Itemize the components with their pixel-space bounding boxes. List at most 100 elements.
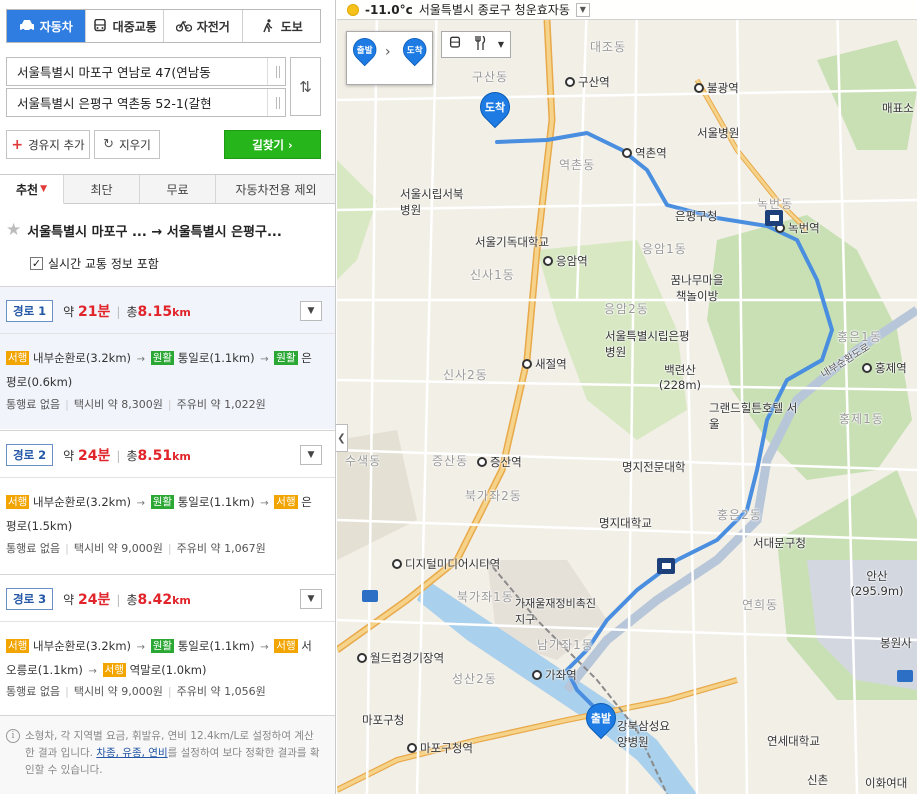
add-waypoint-button[interactable]: + 경유지 추가 [6,130,90,159]
map-layer-tools: ▼ [441,31,511,58]
map-label: 남가좌1동 [537,638,594,652]
traffic-tag: 서행 [6,639,30,653]
start-address-value: 서울특별시 마포구 연남로 47(연남동 [17,65,211,80]
place-label: 서울기독대학교 [475,235,550,249]
start-address-field[interactable]: 서울특별시 마포구 연남로 47(연남동 [6,57,286,86]
realtime-checkbox[interactable]: ✓ [30,257,43,270]
map-label: 가재울재정비촉진지구 [515,597,596,626]
traffic-tag: 원활 [150,351,175,365]
end-address-field[interactable]: 서울특별시 은평구 역촌동 52-1(갈현 [6,88,286,117]
fuel-cost: 주유비 약 1,067원 [176,542,266,555]
place-label: 신촌 [807,773,829,787]
chevron-down-icon: ▼ [307,306,315,316]
origin-legend-pin[interactable]: 출발 [348,33,382,71]
road-name: 내부순환로(3.2km) [32,639,132,653]
traffic-tag: 원활 [150,495,175,509]
route-option-3[interactable]: 경로 3 약 24분 | 총8.42km ▼ 서행 내부순환로(3.2km) → 원… [0,574,335,715]
tab-recommended[interactable]: 추천 ▼ [0,175,64,204]
expand-route-button[interactable]: ▼ [300,589,322,609]
collapse-panel-button[interactable]: ❮ [336,424,348,452]
swap-button[interactable]: ⇅ [290,57,321,116]
station-label: 불광역 [694,80,739,96]
route-segments: 서행 내부순환로(3.2km) → 원활 통일로(1.1km) → 서행 서오릉… [6,635,322,683]
route-1-summary: 경로 1 약 21분 | 총8.15km ▼ [6,299,322,323]
drag-handle-icon[interactable] [267,58,285,85]
clear-button[interactable]: ↻ 지우기 [94,130,160,159]
traffic-tag: 서행 [274,495,298,509]
tab-free[interactable]: 무료 [140,175,216,203]
route-time-value: 24분 [78,448,111,464]
end-address-value: 서울특별시 은평구 역촌동 52-1(갈현 [17,96,212,111]
map-label: 응암2동 [604,302,649,316]
map-canvas[interactable] [337,0,917,794]
mode-transit-label: 대중교통 [112,19,157,34]
star-icon[interactable]: ★ [6,220,21,240]
place-label: 마포구청 [362,713,405,727]
directions-panel: 자동차 대중교통 자전거 도보 서울특별시 마포구 연남로 47(연남동 서울특… [0,0,336,794]
temperature: -11.0°c [365,2,413,17]
route-distance-value: 8.51 [137,448,173,464]
mode-transit-tab[interactable]: 대중교통 [85,10,164,42]
mode-walk-tab[interactable]: 도보 [242,10,320,42]
station-label: 응암역 [543,253,588,269]
realtime-traffic-option[interactable]: ✓ 실시간 교통 정보 포함 [30,255,159,272]
tab-free-label: 무료 [166,182,189,197]
route-option-1[interactable]: 경로 1 약 21분 | 총8.15km ▼ 서행 내부순환로(3.2km) → 원… [0,286,335,429]
place-label: 봉원사 [880,636,912,650]
restaurant-icon[interactable] [474,35,486,54]
cctv-icon[interactable] [765,210,783,226]
tab-shortest-label: 최단 [90,182,113,197]
station-label: 홍제역 [862,360,907,376]
calculation-note: i 소형차, 각 지역별 요금, 휘발유, 연비 12.4km/L로 설정하여 … [0,715,335,794]
station-label: 새절역 [522,356,567,372]
vehicle-settings-link[interactable]: 차종, 유종, 연비 [96,747,167,759]
expand-route-button[interactable]: ▼ [300,301,322,321]
bus-icon[interactable] [448,36,462,54]
chevron-right-icon: › [385,44,391,60]
mode-car-tab[interactable]: 자동차 [7,10,86,42]
origin-pin[interactable]: 출발 [579,696,623,745]
realtime-label: 실시간 교통 정보 포함 [48,257,159,271]
place-label: 서대문구청 [753,536,806,550]
traffic-tag: 서행 [6,495,30,509]
taxi-fare: 택시비 약 8,300원 [73,398,163,411]
tab-no-expressway[interactable]: 자동차전용 제외 [216,175,335,203]
expand-route-button[interactable]: ▼ [300,445,322,465]
destination-pin[interactable]: 도착 [473,85,517,134]
road-name: 통일로(1.1km) [177,351,255,365]
refresh-icon: ↻ [103,137,115,152]
place-label: 명지전문대학 [622,460,686,474]
search-route-button[interactable]: 길찾기 › [224,130,321,159]
chevron-down-icon[interactable]: ▼ [498,40,504,49]
route-segments: 서행 내부순환로(3.2km) → 원활 통일로(1.1km) → 원활 은평로… [6,347,322,393]
map-view[interactable]: 대조동 구산동 역촌동 녹번동 응암1동 응암2동 신사1동 신사2동 홍은1동… [337,0,917,794]
map-label: 신사2동 [443,368,488,382]
caret-down-icon: ▼ [40,184,47,194]
location-dropdown-button[interactable]: ▼ [575,2,590,17]
mode-bike-tab[interactable]: 자전거 [164,10,243,42]
route-option-2[interactable]: 경로 2 약 24분 | 총8.51km ▼ 서행 내부순환로(3.2km) → 원… [0,430,335,573]
route-time-value: 21분 [78,304,111,320]
toll-info: 통행료 없음 [6,398,61,411]
weather-location: 서울특별시 종로구 청운효자동 [418,3,570,17]
mode-car-label: 자동차 [39,19,73,34]
place-label: 꿈나무마을 책놀이방 [670,273,724,303]
station-label: 월드컵경기장역 [357,650,444,666]
map-label: 북가좌2동 [465,489,522,503]
route-time-value: 24분 [78,592,111,608]
tab-shortest[interactable]: 최단 [64,175,140,203]
cctv-icon[interactable] [657,558,675,574]
plus-icon: + [11,136,24,153]
fuel-cost: 주유비 약 1,056원 [176,685,266,698]
place-label: 강북삼성요양병원 [617,719,670,749]
destination-pin-label: 도착 [484,101,506,114]
bus-icon [93,19,106,32]
place-label: 이화여대 [865,776,908,790]
drag-handle-icon[interactable] [267,89,285,116]
destination-legend-pin[interactable]: 도착 [398,33,432,71]
map-label: 응암1동 [642,242,687,256]
mode-walk-label: 도보 [280,19,303,34]
transport-mode-tabs: 자동차 대중교통 자전거 도보 [6,9,321,43]
station-label: 가좌역 [532,667,577,683]
route-time: 약 21분 | 총8.15km [63,304,191,320]
